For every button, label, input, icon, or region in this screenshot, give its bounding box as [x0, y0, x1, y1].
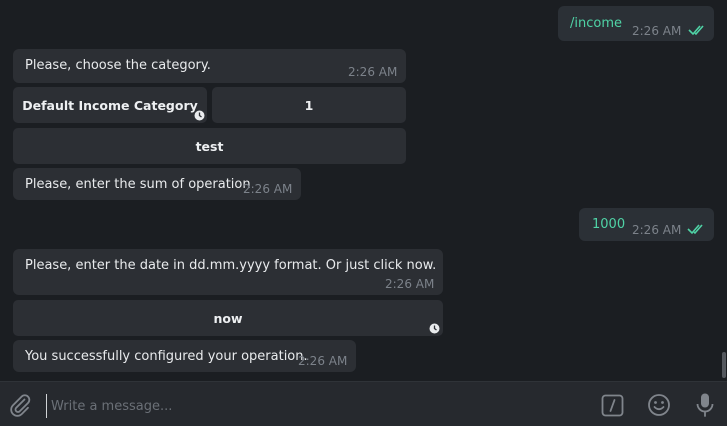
- message-time: 2:26 AM: [385, 277, 435, 291]
- message-incoming-enter-sum: Please, enter the sum of operation 2:26 …: [13, 168, 301, 200]
- keyboard-button-test[interactable]: test: [13, 128, 406, 164]
- message-text: You successfully configured your operati…: [25, 349, 308, 364]
- message-outgoing-1000: 1000 2:26 AM: [579, 208, 714, 241]
- emoji-icon[interactable]: [647, 393, 671, 417]
- slash-command-icon[interactable]: [601, 394, 624, 417]
- button-label: 1: [304, 97, 314, 113]
- chat-history: /income 2:26 AM Please, choose the categ…: [0, 0, 727, 381]
- message-time: 2:26 AM: [632, 223, 682, 237]
- message-text: Please, enter the sum of operation: [25, 177, 251, 192]
- message-time: 2:26 AM: [298, 354, 348, 368]
- button-label: Default Income Category: [22, 97, 198, 113]
- chat-scrollbar[interactable]: [721, 0, 727, 381]
- double-check-icon: [687, 224, 703, 235]
- message-incoming-success: You successfully configured your operati…: [13, 340, 356, 372]
- keyboard-button-now[interactable]: now: [13, 300, 443, 336]
- keyboard-button-1[interactable]: 1: [212, 87, 406, 123]
- message-incoming-enter-date: Please, enter the date in dd.mm.yyyy for…: [13, 249, 443, 295]
- clock-icon: [194, 110, 205, 121]
- button-label: test: [195, 138, 224, 154]
- button-label: now: [213, 310, 243, 326]
- message-text: Please, enter the date in dd.mm.yyyy for…: [25, 258, 437, 273]
- double-check-icon: [688, 25, 704, 36]
- message-text: Please, choose the category.: [25, 58, 211, 73]
- message-composer: [0, 381, 727, 426]
- message-time: 2:26 AM: [348, 65, 398, 79]
- keyboard-button-default-income-category[interactable]: Default Income Category: [13, 87, 207, 123]
- clock-icon: [429, 323, 440, 334]
- message-incoming-choose-category: Please, choose the category. 2:26 AM: [13, 49, 406, 83]
- microphone-icon[interactable]: [694, 392, 716, 418]
- message-text: 1000: [592, 217, 626, 232]
- message-text: /income: [570, 16, 622, 31]
- paperclip-icon[interactable]: [8, 393, 32, 417]
- scrollbar-thumb[interactable]: [722, 352, 726, 378]
- message-outgoing-income: /income 2:26 AM: [558, 6, 714, 41]
- message-time: 2:26 AM: [243, 182, 293, 196]
- message-time: 2:26 AM: [632, 24, 682, 38]
- message-input[interactable]: [46, 394, 573, 418]
